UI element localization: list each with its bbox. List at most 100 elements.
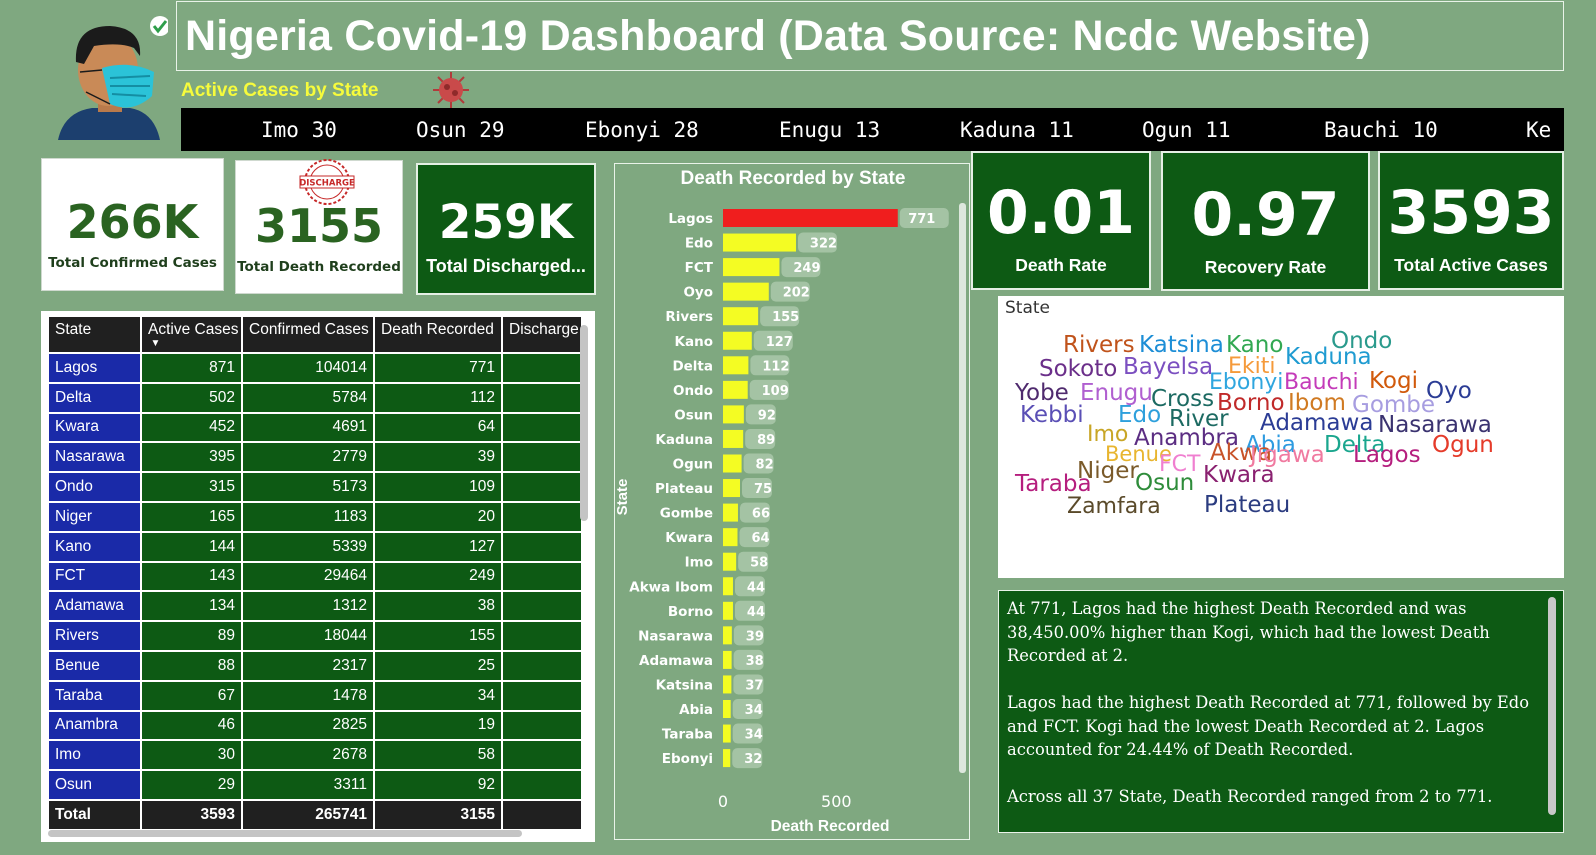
state-cell: Benue — [47, 649, 142, 682]
narrative-scrollbar[interactable] — [1548, 597, 1556, 815]
number-cell: 871 — [140, 352, 243, 384]
category-label: Ebonyi — [662, 751, 713, 767]
state-wordcloud-panel: State Rivers Katsina Kano Ondo Sokoto Bayelsa… — [998, 296, 1564, 578]
chart-title: Death Recorded by State — [681, 168, 906, 189]
wordcloud-word[interactable]: Zamfara — [1067, 496, 1161, 518]
table-row[interactable]: FCT 143 29464 249 — [47, 560, 583, 593]
number-cell: 144 — [140, 530, 243, 563]
number-cell: 89 — [140, 620, 243, 652]
wordcloud-word[interactable]: Taraba — [1015, 473, 1092, 496]
number-cell: 1478 — [241, 679, 375, 712]
state-cell: Anambra — [47, 709, 142, 742]
category-label: Abia — [679, 702, 713, 718]
table-row[interactable]: Kano 144 5339 127 — [47, 530, 583, 563]
number-cell: 2779 — [241, 441, 375, 474]
table-row[interactable]: Lagos 871 104014 771 — [47, 352, 583, 384]
number-cell: 109 — [373, 471, 503, 503]
column-header-confirmed-cases[interactable]: Confirmed Cases — [241, 315, 375, 354]
ticker-item: Ke — [1526, 118, 1552, 142]
table-horizontal-scrollbar[interactable] — [48, 830, 522, 837]
table-row[interactable]: Delta 502 5784 112 — [47, 381, 583, 414]
y-axis-label: State — [615, 479, 631, 516]
state-cell: FCT — [47, 560, 142, 593]
column-header-death-recorded[interactable]: Death Recorded — [373, 315, 503, 354]
state-cell: Nasarawa — [47, 441, 142, 474]
death-by-state-chart-panel: Death Recorded by State State Death Record… — [614, 163, 970, 840]
discharge-cell — [501, 352, 583, 384]
data-label: 112 — [762, 359, 789, 374]
table-row[interactable]: Niger 165 1183 20 — [47, 500, 583, 533]
table-vertical-scrollbar[interactable] — [580, 325, 588, 521]
category-label: Plateau — [655, 481, 713, 497]
wordcloud-word[interactable]: Bayelsa — [1123, 356, 1213, 379]
x-tick-label: 0 — [718, 792, 728, 811]
number-cell: 452 — [140, 411, 243, 444]
category-label: Ondo — [673, 383, 713, 399]
column-header-discharge[interactable]: Discharge — [501, 315, 583, 354]
table-row[interactable]: Rivers 89 18044 155 — [47, 620, 583, 652]
table-row[interactable]: Adamawa 134 1312 38 — [47, 590, 583, 623]
number-cell: 4691 — [241, 411, 375, 444]
active-cases-ticker: Imo 30 Osun 29 Ebonyi 28 Enugu 13 Kaduna… — [181, 108, 1564, 151]
bar — [723, 503, 738, 522]
wordcloud-word[interactable]: Kaduna — [1285, 346, 1372, 369]
table-row[interactable]: Kwara 452 4691 64 — [47, 411, 583, 444]
stamp-text: DISCHARGE — [299, 179, 355, 189]
coronavirus-icon — [433, 72, 469, 108]
wordcloud-word[interactable]: Sokoto — [1039, 358, 1117, 381]
category-label: Adamawa — [639, 653, 713, 669]
state-cell: Niger — [47, 500, 142, 533]
column-header-state[interactable]: State — [47, 315, 142, 354]
data-label: 39 — [746, 629, 764, 644]
wordcloud-word[interactable]: Lagos — [1353, 444, 1421, 467]
number-cell: 46 — [140, 709, 243, 742]
data-label: 109 — [762, 384, 789, 399]
number-cell: 2317 — [241, 649, 375, 682]
discharge-cell — [501, 560, 583, 593]
smart-narrative-panel: At 771, Lagos had the highest Death Reco… — [998, 590, 1564, 833]
category-label: FCT — [685, 260, 714, 276]
ticker-item: Bauchi 10 — [1324, 118, 1438, 142]
death-rate-value: 0.01 — [986, 178, 1136, 248]
number-cell: 2678 — [241, 739, 375, 772]
table-row[interactable]: Anambra 46 2825 19 — [47, 709, 583, 742]
number-cell: 165 — [140, 500, 243, 533]
discharge-cell — [501, 471, 583, 503]
bar — [723, 479, 740, 498]
table-row[interactable]: Imo 30 2678 58 — [47, 739, 583, 772]
wordcloud-word[interactable]: Kogi — [1369, 370, 1418, 393]
category-label: Delta — [672, 358, 713, 374]
number-cell: 19 — [373, 709, 503, 742]
state-cell: Adamawa — [47, 590, 142, 623]
number-cell: 29464 — [241, 560, 375, 593]
wordcloud-word[interactable]: Kebbi — [1020, 404, 1084, 427]
ticker-item: Imo 30 — [261, 118, 337, 142]
total-discharge-cell — [501, 798, 583, 831]
number-cell: 5784 — [241, 381, 375, 414]
state-table: State Active Cases ▼ Confirmed Cases Deat… — [47, 315, 583, 831]
number-cell: 20 — [373, 500, 503, 533]
narrative-paragraph: At 771, Lagos had the highest Death Reco… — [1007, 599, 1490, 665]
table-row[interactable]: Nasarawa 395 2779 39 — [47, 441, 583, 474]
data-label: 38 — [746, 654, 764, 669]
discharged-card: 259K Total Discharged... — [416, 163, 596, 295]
discharge-cell — [501, 620, 583, 652]
table-row[interactable]: Ondo 315 5173 109 — [47, 471, 583, 503]
data-label: 82 — [756, 458, 774, 473]
column-header-active-cases[interactable]: Active Cases ▼ — [140, 315, 243, 354]
number-cell: 88 — [140, 649, 243, 682]
wordcloud-word[interactable]: Osun — [1135, 472, 1194, 495]
table-row[interactable]: Taraba 67 1478 34 — [47, 679, 583, 712]
number-cell: 38 — [373, 590, 503, 623]
recovery-rate-card: 0.97 Recovery Rate — [1161, 151, 1370, 291]
table-row[interactable]: Osun 29 3311 92 — [47, 769, 583, 801]
wordcloud-word[interactable]: Plateau — [1204, 494, 1290, 517]
state-cell: Imo — [47, 739, 142, 772]
wordcloud-word[interactable]: Ogun — [1432, 434, 1494, 457]
chart-scrollbar — [959, 203, 966, 773]
state-cell: Taraba — [47, 679, 142, 712]
table-row[interactable]: Benue 88 2317 25 — [47, 649, 583, 682]
state-cell: Lagos — [47, 352, 142, 384]
wordcloud-word[interactable]: Kwara — [1203, 464, 1275, 487]
recovery-rate-value: 0.97 — [1191, 180, 1340, 250]
